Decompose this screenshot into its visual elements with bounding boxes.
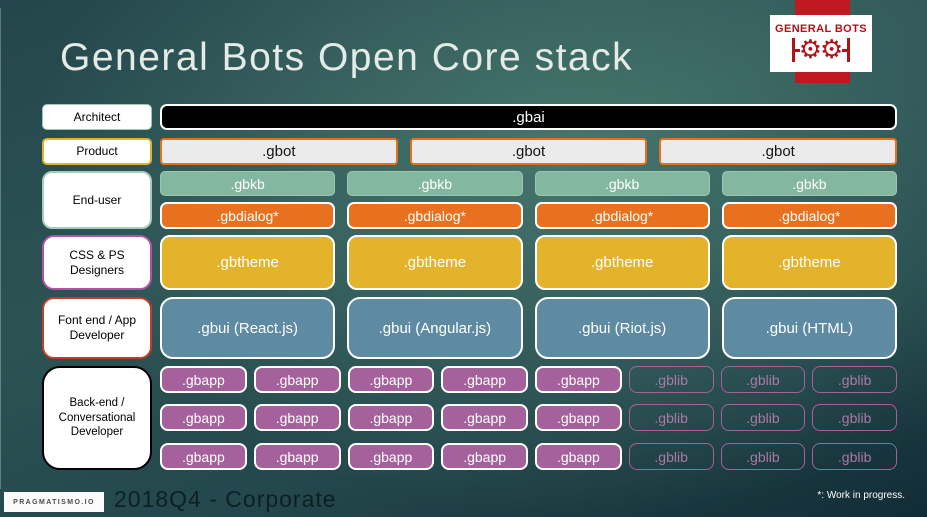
block-gbapp: .gbapp bbox=[160, 366, 247, 393]
block-gbdialog: .gbdialog* bbox=[534, 202, 710, 229]
gears-icon: ⚙ ⚙ bbox=[791, 35, 851, 65]
block-gblib: .gblib bbox=[628, 366, 714, 393]
row-gbdialog: .gbdialog* .gbdialog* .gbdialog* .gbdialog* bbox=[160, 202, 897, 229]
block-gbtheme: .gbtheme bbox=[534, 235, 710, 290]
role-label-css-ps-designers: CSS & PS Designers bbox=[42, 235, 152, 290]
block-gbdialog: .gbdialog* bbox=[721, 202, 897, 229]
block-gbkb: .gbkb bbox=[721, 171, 897, 196]
pragmatismo-logo: PRAGMATISMO.IO bbox=[4, 492, 104, 512]
block-gbtheme: .gbtheme bbox=[347, 235, 523, 290]
block-gbapp: .gbapp bbox=[253, 366, 341, 393]
block-gblib: .gblib bbox=[812, 366, 897, 393]
block-gbui: .gbui (Angular.js) bbox=[347, 297, 523, 359]
role-label-architect: Architect bbox=[42, 104, 152, 130]
block-gbkb: .gbkb bbox=[347, 171, 523, 196]
block-gbapp: .gbapp bbox=[253, 404, 341, 431]
role-label-product: Product bbox=[42, 138, 152, 165]
gear-icon: ⚙ bbox=[798, 35, 822, 65]
block-gblib: .gblib bbox=[720, 404, 806, 431]
block-gbapp: .gbapp bbox=[160, 404, 247, 431]
block-gbui: .gbui (Riot.js) bbox=[534, 297, 710, 359]
role-label-end-user: End-user bbox=[42, 171, 152, 229]
block-gbai: .gbai bbox=[160, 104, 897, 130]
role-label-back-end-developer: Back-end / Conversational Developer bbox=[42, 366, 152, 470]
block-gblib: .gblib bbox=[812, 404, 897, 431]
row-gbot: .gbot .gbot .gbot bbox=[160, 138, 898, 165]
block-gbapp: .gbapp bbox=[347, 443, 435, 470]
general-bots-logo: GENERAL BOTS ⚙ ⚙ bbox=[770, 15, 872, 72]
block-gbot: .gbot bbox=[160, 138, 398, 165]
block-gbapp: .gbapp bbox=[253, 443, 341, 470]
block-gbui: .gbui (React.js) bbox=[160, 297, 336, 359]
pragmatismo-logo-text: PRAGMATISMO.IO bbox=[13, 498, 95, 506]
block-gbapp: .gbapp bbox=[535, 443, 622, 470]
block-gblib: .gblib bbox=[628, 443, 714, 470]
row-gbai: .gbai bbox=[160, 104, 897, 130]
block-gbapp: .gbapp bbox=[441, 404, 528, 431]
block-gblib: .gblib bbox=[812, 443, 897, 470]
row-gbapp-3: .gbapp .gbapp .gbapp .gbapp .gbapp .gblib .gbl… bbox=[160, 443, 897, 470]
footer-text: 2018Q4 - Corporate bbox=[114, 486, 337, 512]
block-gbapp: .gbapp bbox=[160, 443, 247, 470]
block-gbapp: .gbapp bbox=[347, 404, 435, 431]
block-gbtheme: .gbtheme bbox=[721, 235, 897, 290]
block-gbapp: .gbapp bbox=[441, 443, 528, 470]
block-gbapp: .gbapp bbox=[441, 366, 528, 393]
block-gbkb: .gbkb bbox=[160, 171, 336, 196]
block-gbapp: .gbapp bbox=[535, 404, 622, 431]
gear-icon: ⚙ bbox=[820, 35, 844, 65]
block-gblib: .gblib bbox=[720, 366, 806, 393]
gear-bar-right-icon bbox=[847, 38, 851, 62]
block-gbot: .gbot bbox=[409, 138, 648, 165]
block-gbtheme: .gbtheme bbox=[160, 235, 336, 290]
block-gbkb: .gbkb bbox=[534, 171, 710, 196]
block-gbapp: .gbapp bbox=[535, 366, 622, 393]
block-gblib: .gblib bbox=[720, 443, 806, 470]
slide-edge-line bbox=[0, 8, 1, 489]
block-gblib: .gblib bbox=[628, 404, 714, 431]
logo-text: GENERAL BOTS bbox=[775, 23, 867, 35]
row-gbtheme: .gbtheme .gbtheme .gbtheme .gbtheme bbox=[160, 235, 897, 290]
page-title: General Bots Open Core stack bbox=[60, 36, 634, 79]
block-gbdialog: .gbdialog* bbox=[160, 202, 336, 229]
block-gbot: .gbot bbox=[659, 138, 898, 165]
block-gbdialog: .gbdialog* bbox=[347, 202, 523, 229]
row-gbkb: .gbkb .gbkb .gbkb .gbkb bbox=[160, 171, 897, 196]
block-gbui: .gbui (HTML) bbox=[721, 297, 897, 359]
role-label-front-end-developer: Font end / App Developer bbox=[42, 297, 152, 359]
work-in-progress-note: *: Work in progress. bbox=[817, 490, 905, 501]
row-gbapp-1: .gbapp .gbapp .gbapp .gbapp .gbapp .gblib .gbl… bbox=[160, 366, 897, 393]
row-gbui: .gbui (React.js) .gbui (Angular.js) .gbui … bbox=[160, 297, 897, 359]
row-gbapp-2: .gbapp .gbapp .gbapp .gbapp .gbapp .gblib .gbl… bbox=[160, 404, 897, 431]
block-gbapp: .gbapp bbox=[347, 366, 435, 393]
